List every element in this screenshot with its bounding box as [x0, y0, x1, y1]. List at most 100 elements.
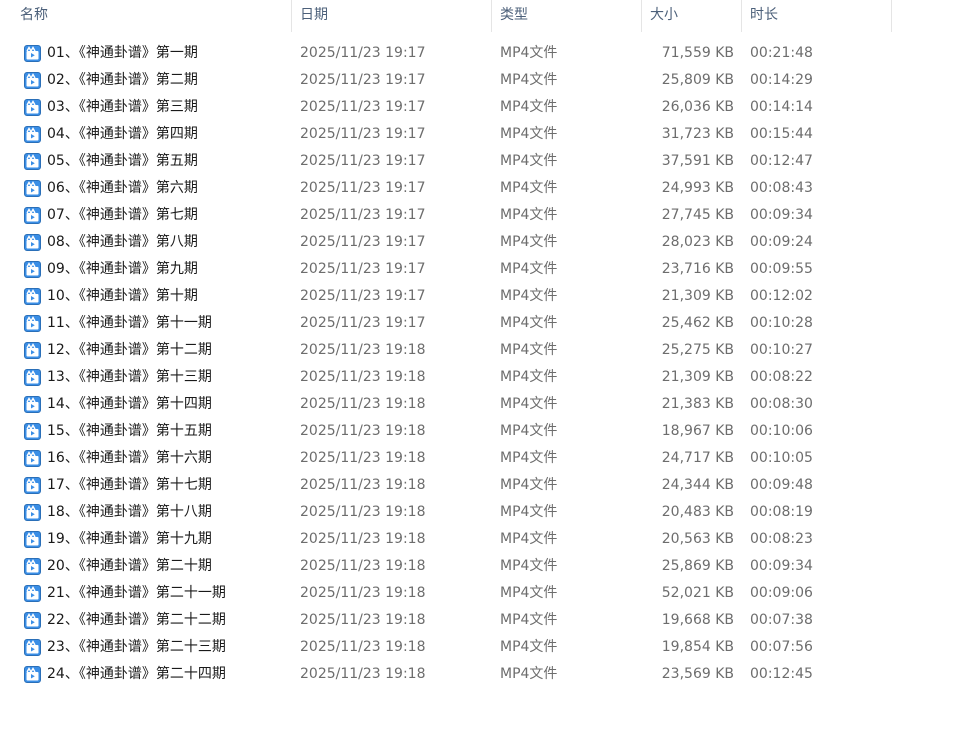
column-header-date[interactable]: 日期: [292, 0, 492, 32]
file-date: 2025/11/23 19:18: [300, 531, 426, 547]
file-type: MP4文件: [500, 126, 558, 142]
file-type: MP4文件: [500, 477, 558, 493]
file-type: MP4文件: [500, 180, 558, 196]
video-file-icon: [24, 423, 41, 440]
file-date: 2025/11/23 19:17: [300, 207, 426, 223]
file-size: 25,869 KB: [661, 558, 734, 574]
column-header-size[interactable]: 大小: [642, 0, 742, 32]
file-row[interactable]: 16、《神通卦谱》第十六期 2025/11/23 19:18 MP4文件 24,717…: [0, 445, 954, 472]
file-duration: 00:08:23: [750, 531, 813, 547]
file-date: 2025/11/23 19:18: [300, 504, 426, 520]
file-size: 21,309 KB: [661, 288, 734, 304]
column-header-duration[interactable]: 时长: [742, 0, 892, 32]
file-name: 22、《神通卦谱》第二十二期: [47, 612, 226, 628]
file-date: 2025/11/23 19:18: [300, 423, 426, 439]
file-row[interactable]: 20、《神通卦谱》第二十期 2025/11/23 19:18 MP4文件 25,869…: [0, 553, 954, 580]
file-row[interactable]: 24、《神通卦谱》第二十四期 2025/11/23 19:18 MP4文件 23,56…: [0, 661, 954, 688]
file-name: 10、《神通卦谱》第十期: [47, 288, 198, 304]
video-file-icon: [24, 153, 41, 170]
column-header-name[interactable]: 名称 ^: [12, 0, 292, 32]
file-row[interactable]: 12、《神通卦谱》第十二期 2025/11/23 19:18 MP4文件 25,275…: [0, 337, 954, 364]
file-type: MP4文件: [500, 666, 558, 682]
file-size: 19,854 KB: [661, 639, 734, 655]
file-duration: 00:09:06: [750, 585, 813, 601]
file-type: MP4文件: [500, 531, 558, 547]
file-duration: 00:09:55: [750, 261, 813, 277]
video-file-icon: [24, 585, 41, 602]
file-duration: 00:10:27: [750, 342, 813, 358]
video-file-icon: [24, 504, 41, 521]
file-type: MP4文件: [500, 315, 558, 331]
file-type: MP4文件: [500, 558, 558, 574]
file-duration: 00:09:34: [750, 558, 813, 574]
file-row[interactable]: 04、《神通卦谱》第四期 2025/11/23 19:17 MP4文件 31,723 …: [0, 121, 954, 148]
file-date: 2025/11/23 19:17: [300, 126, 426, 142]
file-row[interactable]: 17、《神通卦谱》第十七期 2025/11/23 19:18 MP4文件 24,344…: [0, 472, 954, 499]
file-size: 21,383 KB: [661, 396, 734, 412]
video-file-icon: [24, 477, 41, 494]
file-size: 25,275 KB: [661, 342, 734, 358]
file-type: MP4文件: [500, 369, 558, 385]
file-date: 2025/11/23 19:17: [300, 180, 426, 196]
file-row[interactable]: 11、《神通卦谱》第十一期 2025/11/23 19:17 MP4文件 25,462…: [0, 310, 954, 337]
file-row[interactable]: 13、《神通卦谱》第十三期 2025/11/23 19:18 MP4文件 21,309…: [0, 364, 954, 391]
file-duration: 00:07:38: [750, 612, 813, 628]
file-row[interactable]: 02、《神通卦谱》第二期 2025/11/23 19:17 MP4文件 25,809 …: [0, 67, 954, 94]
file-name: 24、《神通卦谱》第二十四期: [47, 666, 226, 682]
file-date: 2025/11/23 19:18: [300, 612, 426, 628]
file-row[interactable]: 15、《神通卦谱》第十五期 2025/11/23 19:18 MP4文件 18,967…: [0, 418, 954, 445]
file-type: MP4文件: [500, 45, 558, 61]
file-row[interactable]: 18、《神通卦谱》第十八期 2025/11/23 19:18 MP4文件 20,483…: [0, 499, 954, 526]
file-type: MP4文件: [500, 396, 558, 412]
file-row[interactable]: 06、《神通卦谱》第六期 2025/11/23 19:17 MP4文件 24,993 …: [0, 175, 954, 202]
video-file-icon: [24, 126, 41, 143]
file-size: 24,993 KB: [661, 180, 734, 196]
file-date: 2025/11/23 19:18: [300, 369, 426, 385]
file-row[interactable]: 22、《神通卦谱》第二十二期 2025/11/23 19:18 MP4文件 19,66…: [0, 607, 954, 634]
file-row[interactable]: 19、《神通卦谱》第十九期 2025/11/23 19:18 MP4文件 20,563…: [0, 526, 954, 553]
file-size: 52,021 KB: [661, 585, 734, 601]
file-duration: 00:12:45: [750, 666, 813, 682]
file-name: 15、《神通卦谱》第十五期: [47, 423, 212, 439]
file-duration: 00:10:05: [750, 450, 813, 466]
file-row[interactable]: 05、《神通卦谱》第五期 2025/11/23 19:17 MP4文件 37,591 …: [0, 148, 954, 175]
video-file-icon: [24, 612, 41, 629]
file-type: MP4文件: [500, 504, 558, 520]
video-file-icon: [24, 531, 41, 548]
file-duration: 00:14:29: [750, 72, 813, 88]
file-row[interactable]: 14、《神通卦谱》第十四期 2025/11/23 19:18 MP4文件 21,383…: [0, 391, 954, 418]
file-duration: 00:15:44: [750, 126, 813, 142]
file-row[interactable]: 07、《神通卦谱》第七期 2025/11/23 19:17 MP4文件 27,745 …: [0, 202, 954, 229]
file-row[interactable]: 23、《神通卦谱》第二十三期 2025/11/23 19:18 MP4文件 19,85…: [0, 634, 954, 661]
file-row[interactable]: 01、《神通卦谱》第一期 2025/11/23 19:17 MP4文件 71,559 …: [0, 40, 954, 67]
file-type: MP4文件: [500, 72, 558, 88]
file-name: 18、《神通卦谱》第十八期: [47, 504, 212, 520]
video-file-icon: [24, 558, 41, 575]
file-row[interactable]: 21、《神通卦谱》第二十一期 2025/11/23 19:18 MP4文件 52,02…: [0, 580, 954, 607]
video-file-icon: [24, 261, 41, 278]
file-size: 23,716 KB: [661, 261, 734, 277]
file-duration: 00:12:47: [750, 153, 813, 169]
file-name: 17、《神通卦谱》第十七期: [47, 477, 212, 493]
file-name: 19、《神通卦谱》第十九期: [47, 531, 212, 547]
file-row[interactable]: 03、《神通卦谱》第三期 2025/11/23 19:17 MP4文件 26,036 …: [0, 94, 954, 121]
file-size: 23,569 KB: [661, 666, 734, 682]
column-header-type[interactable]: 类型: [492, 0, 642, 32]
file-size: 28,023 KB: [661, 234, 734, 250]
file-duration: 00:08:19: [750, 504, 813, 520]
video-file-icon: [24, 234, 41, 251]
file-row[interactable]: 10、《神通卦谱》第十期 2025/11/23 19:17 MP4文件 21,309 …: [0, 283, 954, 310]
file-duration: 00:08:43: [750, 180, 813, 196]
file-size: 31,723 KB: [661, 126, 734, 142]
video-file-icon: [24, 342, 41, 359]
file-date: 2025/11/23 19:18: [300, 558, 426, 574]
file-name: 13、《神通卦谱》第十三期: [47, 369, 212, 385]
file-row[interactable]: 09、《神通卦谱》第九期 2025/11/23 19:17 MP4文件 23,716 …: [0, 256, 954, 283]
file-date: 2025/11/23 19:17: [300, 72, 426, 88]
file-size: 27,745 KB: [661, 207, 734, 223]
file-duration: 00:10:28: [750, 315, 813, 331]
file-date: 2025/11/23 19:17: [300, 45, 426, 61]
file-row[interactable]: 08、《神通卦谱》第八期 2025/11/23 19:17 MP4文件 28,023 …: [0, 229, 954, 256]
file-name: 16、《神通卦谱》第十六期: [47, 450, 212, 466]
file-name: 23、《神通卦谱》第二十三期: [47, 639, 226, 655]
